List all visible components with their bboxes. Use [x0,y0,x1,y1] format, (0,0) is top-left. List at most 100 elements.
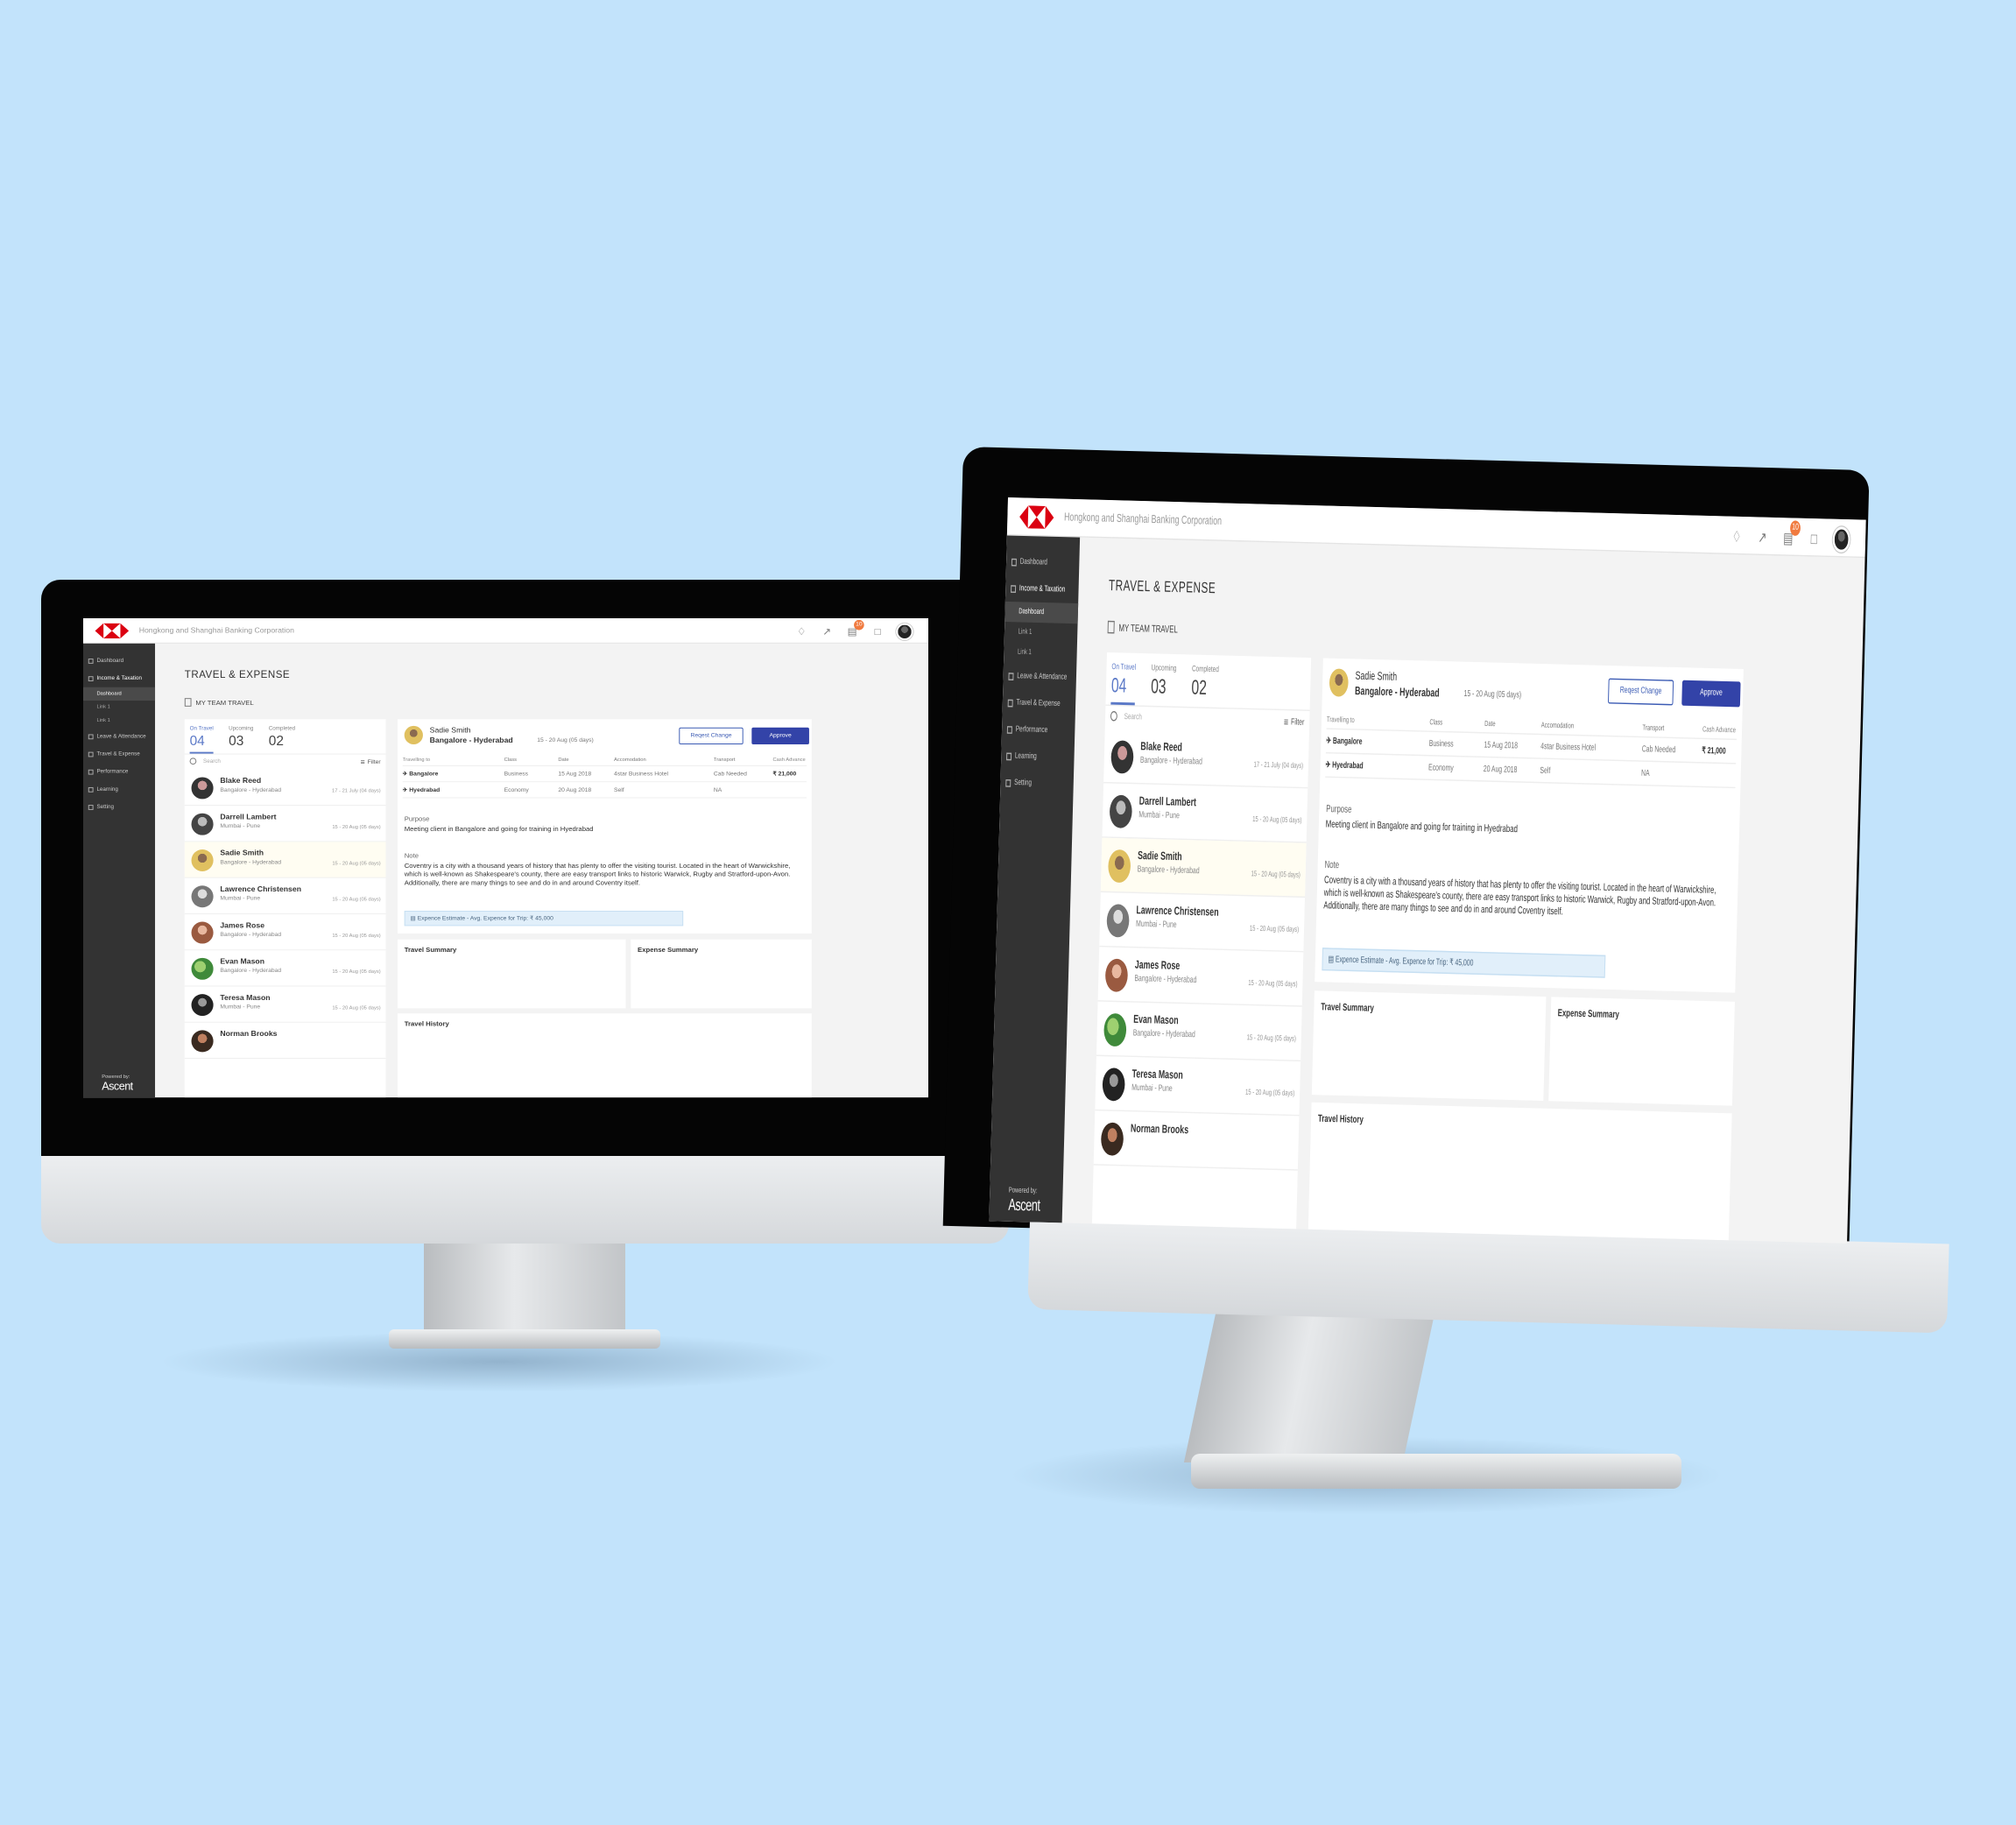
sidebar-subitem-link[interactable]: Link 1 [1004,642,1077,664]
list-item[interactable]: Teresa Mason Mumbai - Pune 15 - 20 Aug (05… [1095,1055,1301,1117]
employee-route [1131,1138,1293,1143]
list-item[interactable]: Blake Reed Bangalore - Hyderabad 17 - 21 J… [1103,728,1309,789]
list-item[interactable]: Lawrence Christensen Mumbai - Pune 15 - 20… [184,878,386,914]
destination-city: ✈ Hyedrabad [403,786,504,793]
income-icon [1011,584,1017,593]
sidebar-item-performance[interactable]: Performance [1002,715,1075,744]
detail-dates: 15 - 20 Aug (05 days) [1463,689,1522,701]
user-avatar[interactable] [896,623,913,640]
bank-logo-icon [95,623,130,639]
sidebar-item-label: Dashboard [1019,557,1048,567]
employee-name: Teresa Mason [220,993,271,1002]
tab-label: Upcoming [229,725,254,732]
message-icon[interactable]: □ [871,625,884,638]
tab-upcoming[interactable]: Upcoming 03 [229,726,253,754]
organization-name: Hongkong and Shanghai Banking Corporatio… [138,625,294,635]
message-icon[interactable]: □ [1807,529,1821,550]
list-item[interactable]: Lawrence Christensen Mumbai - Pune 15 - 20… [1099,891,1305,953]
plane-icon: ✈ [402,771,410,778]
sidebar-subitem-link[interactable]: Link 1 [1004,622,1078,644]
travel-class: Economy [1427,763,1454,773]
performance-icon [1006,725,1012,734]
list-item[interactable]: Sadie Smith Bangalore - Hyderabad 15 - 20 … [184,842,386,878]
sidebar-item-setting[interactable]: Setting [83,798,155,815]
sidebar-item-setting[interactable]: Setting [1000,769,1074,798]
organization-name: Hongkong and Shanghai Banking Corporatio… [1063,510,1223,527]
expense-estimate: ▤ Expence Estimate - Avg. Expence for Tr… [404,911,684,927]
accommodation: Self [1540,765,1551,776]
list-item[interactable]: Norman Brooks [184,1023,386,1060]
sidebar-item-learning[interactable]: Learning [1001,743,1075,772]
sidebar-item-performance[interactable]: Performance [83,763,155,780]
user-avatar[interactable] [1832,526,1850,553]
clipboard-icon[interactable]: ▤ 10 [1781,520,1801,549]
sidebar-item-dashboard[interactable]: Dashboard [83,652,155,669]
travel-summary-card: Travel Summary [1311,990,1547,1102]
sidebar-item-leave-attendance[interactable]: Leave & Attendance [1003,662,1076,691]
chart-icon[interactable]: ↗ [1755,527,1769,548]
list-item[interactable]: Darrell Lambert Mumbai - Pune 15 - 20 Aug … [184,806,386,842]
tab-on-travel[interactable]: On Travel 04 [1110,662,1137,706]
city-name: Bangalore [1332,736,1363,747]
travel-history-card: Travel History [1308,1102,1732,1241]
city-name: Hyedrabad [409,786,441,793]
filter-button[interactable]: ≡ Filter [1284,715,1305,729]
tab-count: 03 [1150,676,1167,699]
city-name: Hyedrabad [1332,761,1364,772]
tab-label: On Travel [1111,662,1137,673]
detail-employee-name: Sadie Smith [1355,669,1398,683]
sidebar-item-travel-expense[interactable]: Travel & Expense [1002,689,1075,718]
sidebar-subitem-dashboard[interactable]: Dashboard [1004,601,1079,624]
bell-icon[interactable]: ♢ [795,625,808,638]
sidebar-subitem-link[interactable]: Link 1 [83,714,155,727]
sidebar-item-learning[interactable]: Learning [83,780,155,798]
tab-completed[interactable]: Completed 02 [269,726,295,754]
note-label: Note [1324,858,1340,871]
sidebar-item-income-taxation[interactable]: Income & Taxation [1005,574,1079,603]
approve-button[interactable]: Approve [751,727,809,744]
list-item[interactable]: Teresa Mason Mumbai - Pune 15 - 20 Aug (05… [184,986,386,1023]
destination-city: ✈ Bangalore [403,771,504,778]
request-change-button[interactable]: Reqest Change [679,727,744,744]
tab-completed[interactable]: Completed 02 [1191,665,1219,708]
search-input[interactable]: Search ≡ Filter [185,755,386,770]
employee-name: Sadie Smith [220,849,264,857]
travel-icon [88,751,94,757]
expense-summary-card: Expense Summary [631,939,812,1009]
approve-button[interactable]: Approve [1681,680,1741,708]
section-title: MY TEAM TRAVEL [184,698,254,707]
list-item[interactable]: Norman Brooks [1093,1110,1300,1171]
avatar [191,1030,214,1053]
column-header: Cash Advance [1702,725,1737,735]
sidebar-item-travel-expense[interactable]: Travel & Expense [83,745,155,763]
list-item[interactable]: Evan Mason Bangalore - Hyderabad 15 - 20 A… [184,950,386,987]
accommodation: Self [614,786,624,793]
sidebar-item-label: Income & Taxation [96,675,142,681]
right-screen: Hongkong and Shanghai Banking Corporatio… [989,497,1866,1244]
bell-icon[interactable]: ♢ [1730,526,1744,547]
calculator-icon: ▤ [410,915,418,922]
filter-button[interactable]: ≡ Filter [361,757,381,766]
sidebar-item-dashboard[interactable]: Dashboard [1006,548,1080,577]
request-change-button[interactable]: Reqest Change [1607,678,1674,706]
search-placeholder: Search [203,758,221,765]
left-monitor-neck [424,1242,625,1338]
clipboard-icon[interactable]: ▤ 10 [845,619,864,638]
travel-date: 20 Aug 2018 [1483,765,1518,775]
sidebar-item-income-taxation[interactable]: Income & Taxation [83,670,155,687]
list-item[interactable]: Blake Reed Bangalore - Hyderabad 17 - 21 J… [184,770,386,807]
itinerary-table: Travelling to Class Date Accomodation Tr… [1325,711,1738,789]
sidebar-item-leave-attendance[interactable]: Leave & Attendance [83,728,155,745]
list-item[interactable]: Darrell Lambert Mumbai - Pune 15 - 20 Aug … [1102,783,1308,843]
tab-on-travel[interactable]: On Travel 04 [189,726,214,754]
sidebar-subitem-link[interactable]: Link 1 [83,701,155,714]
list-item[interactable]: Sadie Smith Bangalore - Hyderabad 15 - 20 … [1100,837,1307,898]
tab-upcoming[interactable]: Upcoming 03 [1151,664,1177,707]
income-icon [88,675,94,681]
travel-summary-title: Travel Summary [404,946,457,955]
list-item[interactable]: James Rose Bangalore - Hyderabad 15 - 20 A… [1097,947,1304,1007]
sidebar-subitem-dashboard[interactable]: Dashboard [83,687,156,701]
list-item[interactable]: James Rose Bangalore - Hyderabad 15 - 20 A… [184,914,386,951]
chart-icon[interactable]: ↗ [820,625,833,638]
list-item[interactable]: Evan Mason Bangalore - Hyderabad 15 - 20 A… [1096,1001,1302,1062]
